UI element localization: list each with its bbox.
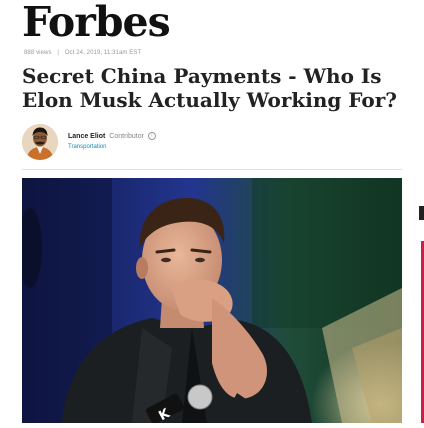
author-portrait-icon (22, 124, 58, 160)
ad-strip-icon (419, 206, 424, 423)
author-name[interactable]: Lance Eliot (68, 133, 105, 140)
author-row: Lance Eliot Contributor i (68, 132, 156, 140)
author-byline: Lance Eliot Contributor i Transportation (22, 124, 402, 160)
hero-image: K (22, 178, 402, 423)
right-ad-edge (417, 206, 424, 423)
info-icon[interactable]: i (147, 132, 156, 140)
forbes-logo[interactable]: Forbes (22, 0, 171, 44)
article-headline: Secret China Payments - Who Is Elon Musk… (22, 64, 398, 112)
meta-separator: | (57, 50, 60, 56)
author-avatar[interactable] (22, 124, 58, 160)
author-role: Contributor (109, 132, 144, 140)
view-count: 888 views (24, 50, 52, 56)
channel-link[interactable]: Transportation (68, 144, 106, 150)
publish-date: Oct 24, 2019, 11:31am EST (64, 50, 142, 56)
section-divider (22, 169, 402, 170)
article-meta: 888 views | Oct 24, 2019, 11:31am EST (24, 50, 141, 56)
photo-of-man-icon: K (22, 178, 402, 423)
